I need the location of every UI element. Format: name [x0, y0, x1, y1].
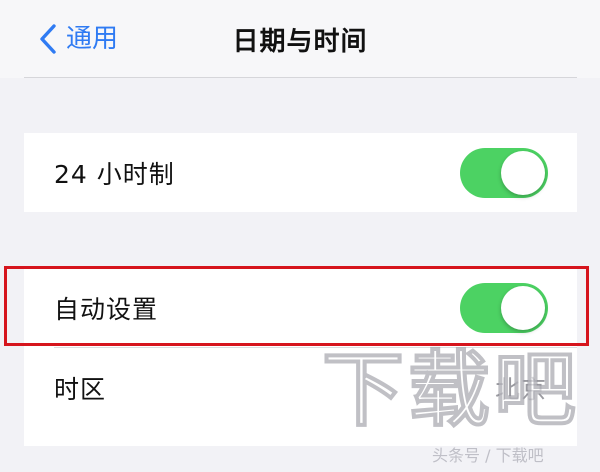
row-time-zone[interactable]: 时区 北京 — [24, 348, 577, 427]
row-set-automatically: 自动设置 — [24, 268, 577, 348]
row-label-24-hour-time: 24 小时制 — [54, 159, 175, 189]
24-hour-time-toggle[interactable] — [460, 147, 548, 198]
navigation-bar: 通用 日期与时间 — [0, 0, 600, 78]
page-title: 日期与时间 — [232, 26, 368, 57]
settings-group-clock: 24 小时制 — [24, 133, 577, 212]
row-label-set-automatically: 自动设置 — [54, 294, 159, 324]
set-automatically-toggle[interactable] — [460, 282, 548, 333]
nav-divider — [24, 77, 577, 78]
settings-group-auto: 自动设置 时区 北京 — [24, 268, 577, 446]
toggle-knob — [501, 150, 545, 195]
time-zone-value: 北京 — [494, 374, 547, 404]
toggle-knob — [501, 285, 545, 330]
row-24-hour-time: 24 小时制 — [24, 133, 577, 212]
row-label-time-zone: 时区 — [54, 374, 107, 404]
